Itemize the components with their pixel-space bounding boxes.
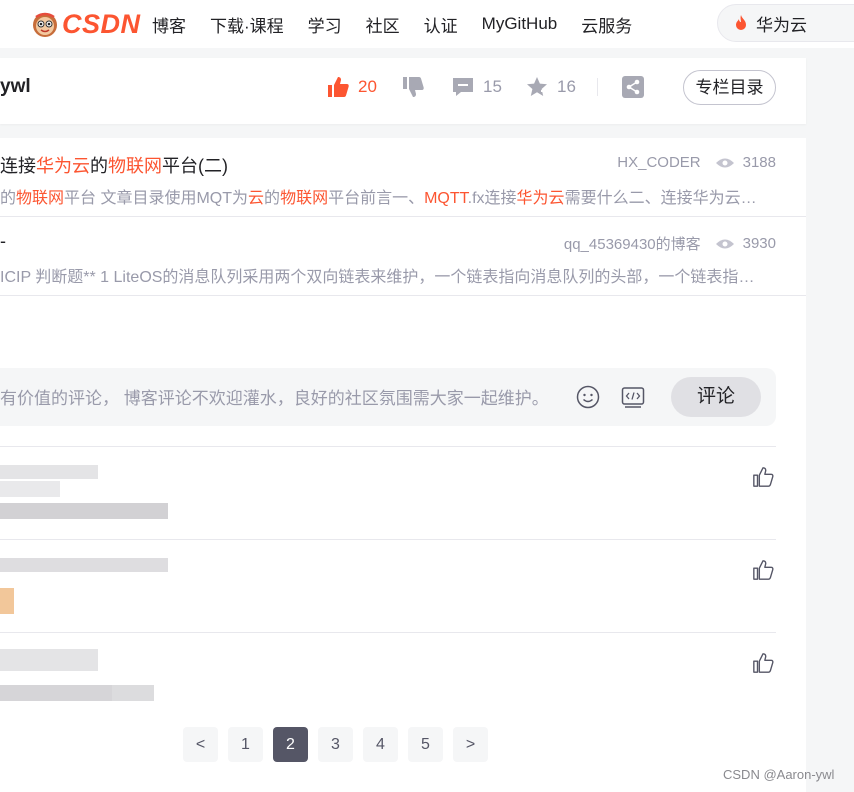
text-segment: 需要什么二、连接华为云的物联网平台 (564, 190, 770, 207)
blurred-text (0, 503, 168, 519)
comment-section: 有价值的评论， 博客评论不欢迎灌水，良好的社区氛围需大家一起维护。 评论 (0, 298, 806, 792)
page-2-button[interactable]: 2 (273, 727, 308, 762)
pagination: < 1 2 3 4 5 > (183, 727, 498, 762)
related-title[interactable]: 连接华为云的物联网平台(二) (0, 152, 228, 178)
like-count: 20 (358, 77, 377, 96)
comment-item (0, 539, 776, 632)
view-count: 3930 (742, 235, 776, 252)
search-keyword: 华为云 (756, 15, 807, 35)
share-button[interactable] (621, 75, 645, 99)
comment-placeholder: 有价值的评论， 博客评论不欢迎灌水，良好的社区氛围需大家一起维护。 (0, 389, 549, 408)
text-segment: 连接 (0, 156, 36, 176)
nav-item-mygithub[interactable]: MyGitHub (482, 14, 558, 34)
list-item[interactable]: 连接华为云的物联网平台(二) HX_CODER 3188 的物联网平台 文章目录… (0, 138, 806, 217)
favorite-count: 16 (557, 77, 576, 96)
related-description: 的物联网平台 文章目录使用MQT为云的物联网平台前言一、MQTT.fx连接华为云… (0, 184, 770, 208)
text-segment: 的 (90, 156, 108, 176)
text-segment: 平台 文章目录使用MQT为 (64, 190, 249, 207)
related-meta: HX_CODER 3188 (617, 154, 776, 171)
star-icon (527, 77, 547, 96)
thumbs-up-icon[interactable] (752, 559, 774, 581)
highlighted-keyword: 物联网 (16, 190, 65, 207)
page-5-button[interactable]: 5 (408, 727, 443, 762)
column-catalog-button[interactable]: 专栏目录 (683, 70, 776, 105)
nav-item-learn[interactable]: 学习 (308, 12, 342, 37)
logo-text: CSDN (62, 8, 141, 39)
comment-input[interactable]: 有价值的评论， 博客评论不欢迎灌水，良好的社区氛围需大家一起维护。 评论 (0, 368, 776, 426)
text-segment: 的 (0, 190, 17, 207)
next-page-button[interactable]: > (453, 727, 488, 762)
eye-icon (715, 239, 734, 248)
text-segment: 的 (264, 190, 281, 207)
article-toolbar: ywl 20 15 16 专栏目录 (0, 58, 806, 124)
text-segment: 平台(二) (162, 156, 228, 176)
thumbs-up-icon[interactable] (752, 652, 774, 674)
search-input[interactable]: 华为云 (717, 4, 854, 42)
related-author[interactable]: qq_45369430的博客 (564, 233, 701, 254)
comment-item (0, 446, 776, 539)
fire-icon (736, 15, 746, 30)
thumbs-up-icon[interactable] (752, 466, 774, 488)
highlighted-keyword: MQTT (424, 190, 468, 207)
nav-item-download-course[interactable]: 下载·课程 (210, 12, 284, 37)
nav-item-cloud-service[interactable]: 云服务 (581, 12, 632, 37)
like-button[interactable]: 20 (326, 75, 377, 99)
text-segment: .fx连接 (467, 190, 517, 207)
blurred-emoji (0, 588, 14, 614)
author-name[interactable]: ywl (0, 76, 31, 98)
text-segment: ICIP 判断题** 1 LiteOS的消息队列采用两个双向链表来维护，一个链表… (0, 269, 770, 286)
blurred-text (112, 685, 154, 701)
code-insert-icon[interactable] (621, 385, 645, 409)
top-navbar: CSDN 博客 下载·课程 学习 社区 认证 MyGitHub 云服务 华为云 (0, 0, 854, 48)
view-count: 3188 (742, 154, 776, 171)
blurred-username (0, 465, 98, 479)
nav-item-blog[interactable]: 博客 (152, 12, 186, 37)
related-articles: 连接华为云的物联网平台(二) HX_CODER 3188 的物联网平台 文章目录… (0, 138, 806, 298)
csdn-logo[interactable]: CSDN (30, 9, 141, 39)
related-description: ICIP 判断题** 1 LiteOS的消息队列采用两个双向链表来维护，一个链表… (0, 263, 770, 287)
text-segment: 平台前言一、 (328, 190, 425, 207)
blurred-text (0, 685, 126, 701)
blurred-username (0, 649, 98, 671)
highlighted-keyword: 物联网 (108, 156, 162, 176)
page-4-button[interactable]: 4 (363, 727, 398, 762)
highlighted-keyword: 云 (248, 190, 265, 207)
text-segment: - (0, 231, 6, 251)
blurred-text (0, 481, 60, 497)
comment-count-button[interactable]: 15 (451, 75, 502, 99)
thumbs-up-filled-icon (328, 77, 349, 97)
thumbs-down-icon (403, 77, 424, 97)
list-item[interactable]: - qq_45369430的博客 3930 ICIP 判断题** 1 LiteO… (0, 217, 806, 296)
page-1-button[interactable]: 1 (228, 727, 263, 762)
page-3-button[interactable]: 3 (318, 727, 353, 762)
comment-count: 15 (483, 77, 502, 96)
nav-item-community[interactable]: 社区 (366, 12, 400, 37)
main-nav: 博客 下载·课程 学习 社区 认证 MyGitHub 云服务 (152, 0, 656, 48)
watermark: CSDN @Aaron-ywl (723, 767, 835, 782)
share-icon (622, 76, 644, 98)
highlighted-keyword: 华为云 (36, 156, 90, 176)
eye-icon (715, 158, 734, 167)
blurred-username (0, 558, 168, 572)
related-meta: qq_45369430的博客 3930 (564, 233, 776, 254)
related-title[interactable]: - (0, 231, 6, 252)
prev-page-button[interactable]: < (183, 727, 218, 762)
favorite-button[interactable]: 16 (525, 75, 576, 99)
comment-icon (453, 78, 473, 96)
nav-item-certification[interactable]: 认证 (424, 12, 458, 37)
toolbar-divider (597, 78, 598, 96)
related-author[interactable]: HX_CODER (617, 154, 700, 171)
highlighted-keyword: 华为云 (516, 190, 565, 207)
comment-submit-button[interactable]: 评论 (671, 377, 761, 417)
comment-item (0, 632, 776, 725)
monkey-mascot-icon (33, 12, 57, 37)
highlighted-keyword: 物联网 (280, 190, 329, 207)
emoji-icon[interactable] (576, 385, 600, 409)
dislike-button[interactable] (401, 75, 425, 99)
